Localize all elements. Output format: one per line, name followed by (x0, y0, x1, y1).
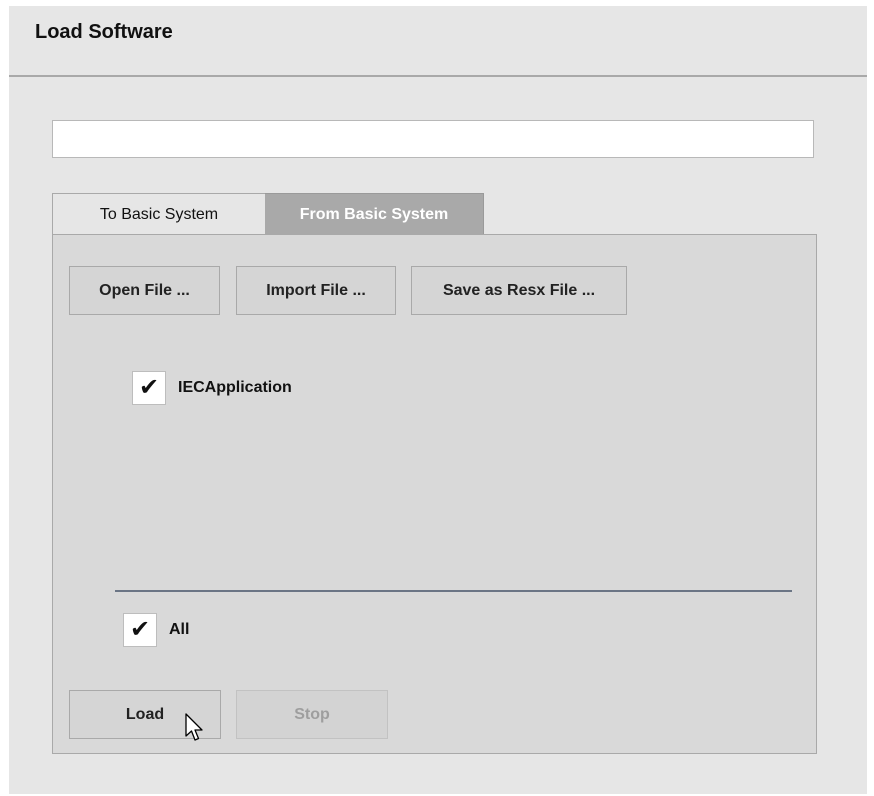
window-header: Load Software (9, 6, 867, 77)
tab-to-basic-system[interactable]: To Basic System (52, 193, 265, 235)
iec-application-checkbox[interactable]: ✔ (132, 371, 166, 405)
open-file-button[interactable]: Open File ... (69, 266, 220, 315)
select-all-label: All (169, 621, 190, 638)
check-icon: ✔ (138, 374, 160, 401)
iec-application-label: IECApplication (178, 379, 292, 396)
load-software-window: Load Software To Basic System From Basic… (9, 6, 867, 794)
check-icon: ✔ (129, 616, 151, 643)
iec-application-item: ✔ IECApplication (132, 371, 292, 405)
select-all-row: ✔ All (123, 613, 189, 647)
select-all-checkbox[interactable]: ✔ (123, 613, 157, 647)
stop-button[interactable]: Stop (236, 690, 388, 739)
file-path-input[interactable] (52, 120, 814, 158)
save-as-resx-file-button[interactable]: Save as Resx File ... (411, 266, 627, 315)
tab-from-basic-system[interactable]: From Basic System (265, 193, 484, 235)
window-title: Load Software (35, 21, 173, 43)
import-file-button[interactable]: Import File ... (236, 266, 396, 315)
tab-panel: Open File ... Import File ... Save as Re… (52, 234, 817, 754)
load-button[interactable]: Load (69, 690, 221, 739)
divider (115, 590, 792, 592)
